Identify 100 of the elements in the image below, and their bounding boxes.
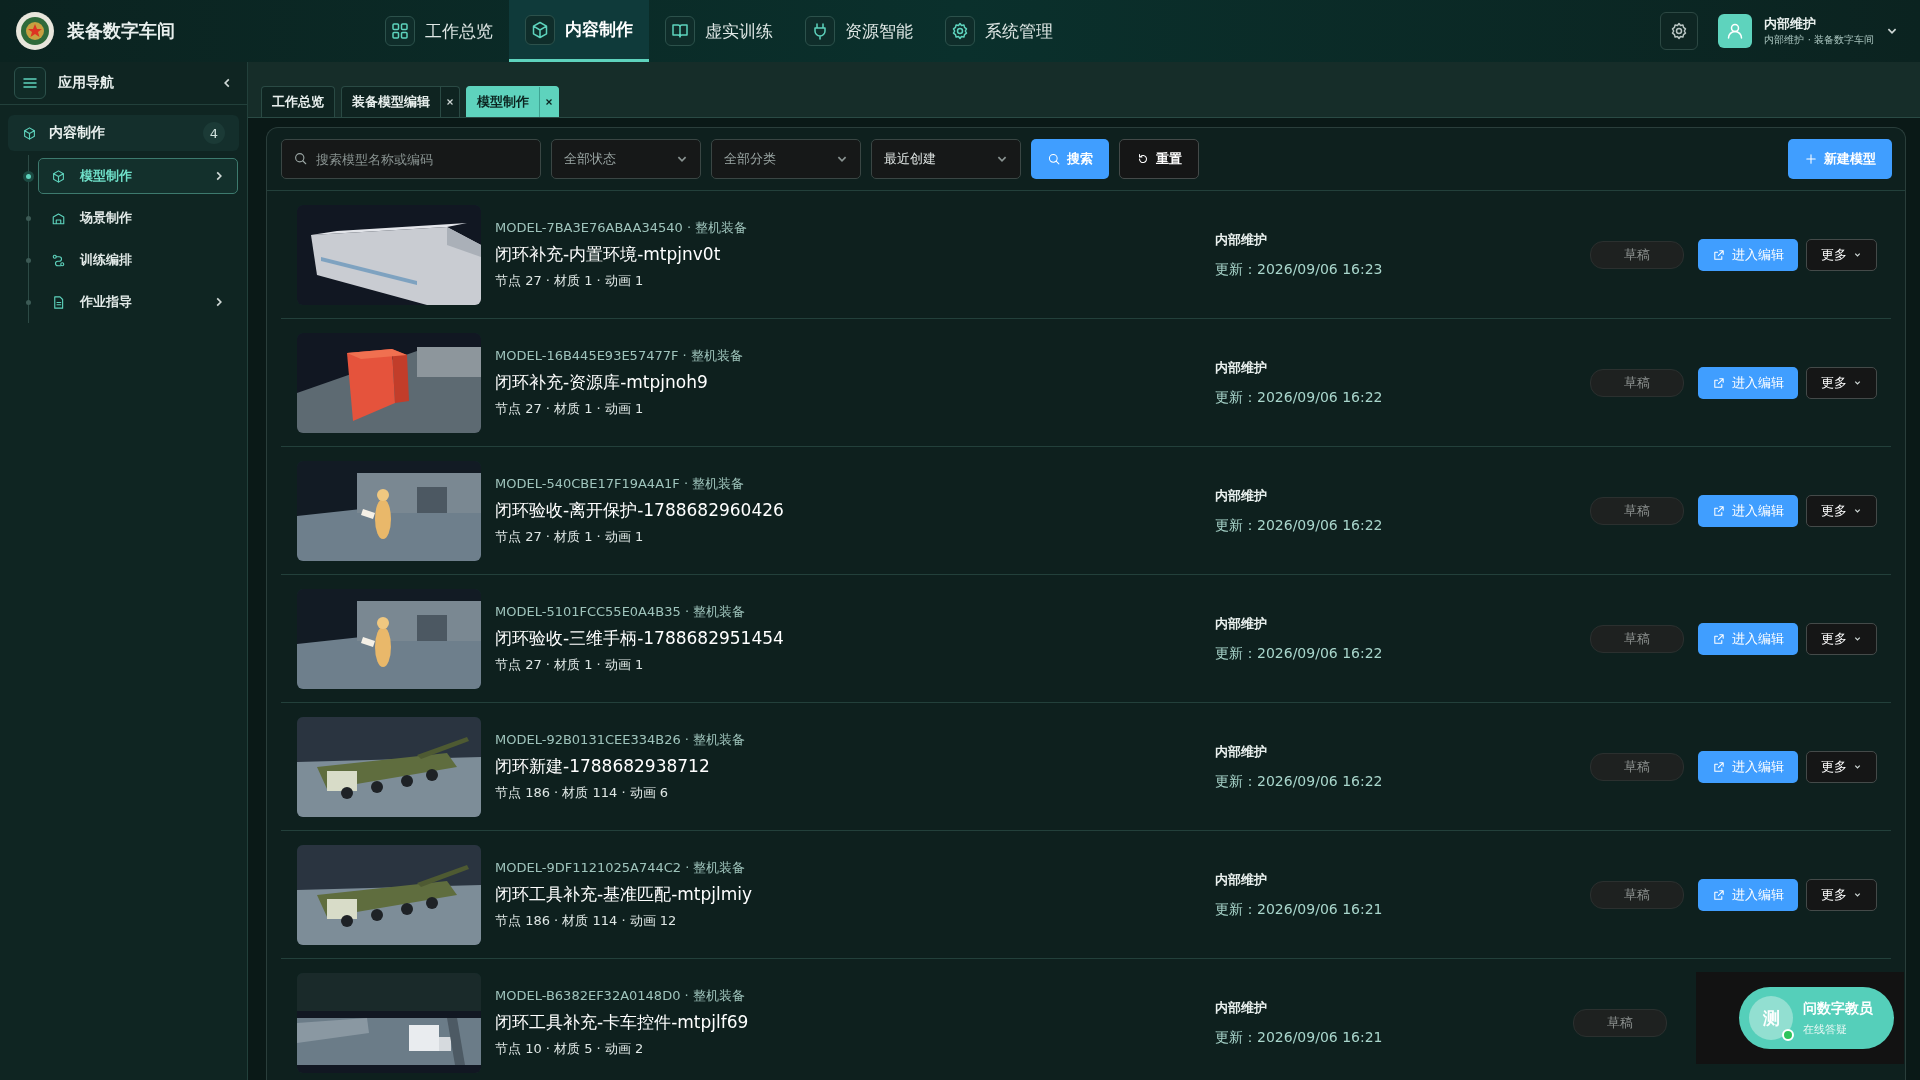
status-tag: 草稿 <box>1573 1008 1667 1037</box>
count-badge: 4 <box>203 122 225 144</box>
chevron-down-icon <box>1853 506 1862 515</box>
assistant-subtitle: 在线答疑 <box>1803 1021 1848 1037</box>
sidebar-item[interactable]: 作业指导 <box>38 284 238 320</box>
tab-label: 工作总览 <box>271 93 325 111</box>
status-tag: 草稿 <box>1590 368 1684 397</box>
more-button[interactable]: 更多 <box>1806 750 1877 783</box>
model-stats: 节点 186 · 材质 114 · 动画 12 <box>495 912 678 930</box>
update-time: 更新：2026/09/06 16:21 <box>1215 900 1383 919</box>
dropdown[interactable]: 全部分类 <box>711 139 861 179</box>
model-code: MODEL-5101FCC55E0A4B35 · 整机装备 <box>495 603 747 621</box>
owner-name: 内部维护 <box>1215 998 1268 1017</box>
external-link-icon <box>1712 247 1726 262</box>
model-stats: 节点 27 · 材质 1 · 动画 1 <box>495 400 645 418</box>
user-avatar[interactable] <box>1718 14 1753 48</box>
owner-name: 内部维护 <box>1215 486 1268 505</box>
group-label: 内容制作 <box>49 124 106 142</box>
model-name: 闭环补充-内置环境-mtpjnv0t <box>495 243 722 266</box>
app-title: 装备数字车间 <box>67 19 175 43</box>
cube-icon <box>51 168 66 184</box>
model-code: MODEL-9DF1121025A744C2 · 整机装备 <box>495 859 747 877</box>
emblem-icon <box>15 11 55 51</box>
search-icon <box>293 151 308 166</box>
nav-tab[interactable]: 内容制作 <box>509 0 649 62</box>
search-field[interactable]: 搜索模型名称或编码 <box>281 139 541 179</box>
update-time: 更新：2026/09/06 16:21 <box>1215 1028 1383 1047</box>
model-stats: 节点 27 · 材质 1 · 动画 1 <box>495 272 645 290</box>
update-time: 更新：2026/09/06 16:23 <box>1215 260 1383 279</box>
grid-icon <box>390 21 410 41</box>
nav-tab[interactable]: 资源智能 <box>789 0 929 62</box>
chevron-down-icon <box>1853 762 1862 771</box>
status-tag: 草稿 <box>1590 752 1684 781</box>
sidebar-title: 应用导航 <box>58 74 115 92</box>
status-tag: 草稿 <box>1590 496 1684 525</box>
page-tab[interactable]: 装备模型编辑 <box>341 86 460 117</box>
status-tag: 草稿 <box>1590 624 1684 653</box>
external-link-icon <box>1712 375 1726 390</box>
menu-button[interactable] <box>14 67 46 99</box>
model-stats: 节点 27 · 材质 1 · 动画 1 <box>495 528 645 546</box>
chevron-down-icon <box>1853 250 1862 259</box>
status-tag: 草稿 <box>1590 240 1684 269</box>
model-name: 闭环工具补充-基准匹配-mtpjlmiy <box>495 883 754 906</box>
user-subtitle: 内部维护 · 装备数字车间 <box>1764 33 1874 47</box>
chevron-down-icon <box>1853 890 1862 899</box>
model-name: 闭环新建-1788682938712 <box>495 755 711 778</box>
model-code: MODEL-540CBE17F19A4A1F · 整机装备 <box>495 475 746 493</box>
update-time: 更新：2026/09/06 16:22 <box>1215 516 1383 535</box>
page-tab[interactable]: 模型制作 <box>466 86 559 117</box>
more-button[interactable]: 更多 <box>1806 622 1877 655</box>
status-tag: 草稿 <box>1590 880 1684 909</box>
update-time: 更新：2026/09/06 16:22 <box>1215 644 1383 663</box>
reset-button[interactable]: 重置 <box>1119 139 1199 179</box>
refresh-icon <box>1136 152 1150 166</box>
external-link-icon <box>1712 759 1726 774</box>
settings-button[interactable] <box>1660 12 1699 50</box>
user-name: 内部维护 <box>1764 15 1818 33</box>
book-icon <box>670 21 690 41</box>
cube-icon <box>530 19 550 40</box>
flow-icon <box>51 252 66 268</box>
assistant-title: 问数字教员 <box>1803 999 1873 1018</box>
gear-icon <box>950 21 970 41</box>
model-name: 闭环工具补充-卡车控件-mtpjlf69 <box>495 1011 750 1034</box>
owner-name: 内部维护 <box>1215 870 1268 889</box>
chevron-down-icon <box>1853 634 1862 643</box>
external-link-icon <box>1712 631 1726 646</box>
more-button[interactable]: 更多 <box>1806 494 1877 527</box>
model-code: MODEL-16B445E93E57477F · 整机装备 <box>495 347 744 365</box>
model-stats: 节点 10 · 材质 5 · 动画 2 <box>495 1040 645 1058</box>
search-icon <box>1047 152 1061 166</box>
plus-icon <box>1804 152 1818 166</box>
model-code: MODEL-92B0131CEE334B26 · 整机装备 <box>495 731 747 749</box>
more-button[interactable]: 更多 <box>1806 238 1877 271</box>
dropdown[interactable]: 全部状态 <box>551 139 701 179</box>
update-time: 更新：2026/09/06 16:22 <box>1215 388 1383 407</box>
model-stats: 节点 27 · 材质 1 · 动画 1 <box>495 656 645 674</box>
dropdown[interactable]: 最近创建 <box>871 139 1021 179</box>
page-tab[interactable]: 工作总览 <box>261 86 335 117</box>
more-button[interactable]: 更多 <box>1806 878 1877 911</box>
nav-tab[interactable]: 工作总览 <box>369 0 509 62</box>
external-link-icon <box>1712 887 1726 902</box>
nav-tab[interactable]: 虚实训练 <box>649 0 789 62</box>
tab-label: 模型制作 <box>475 93 530 111</box>
sidebar-item[interactable]: 场景制作 <box>38 200 238 236</box>
sidebar-group[interactable]: 内容制作 4 <box>8 115 239 151</box>
model-code: MODEL-B6382EF32A0148D0 · 整机装备 <box>495 987 746 1005</box>
sidebar-item[interactable]: 训练编排 <box>38 242 238 278</box>
assistant-avatar: 测 <box>1749 996 1793 1040</box>
external-link-icon <box>1712 503 1726 518</box>
more-button[interactable]: 更多 <box>1806 366 1877 399</box>
owner-name: 内部维护 <box>1215 358 1268 377</box>
model-name: 闭环验收-三维手柄-1788682951454 <box>495 627 785 650</box>
owner-name: 内部维护 <box>1215 614 1268 633</box>
model-name: 闭环补充-资源库-mtpjnoh9 <box>495 371 709 394</box>
chevron-down-icon <box>1853 378 1862 387</box>
owner-name: 内部维护 <box>1215 742 1268 761</box>
nav-tab[interactable]: 系统管理 <box>929 0 1069 62</box>
building-icon <box>51 210 66 226</box>
model-code: MODEL-7BA3E76ABAA34540 · 整机装备 <box>495 219 749 237</box>
sidebar-item[interactable]: 模型制作 <box>38 158 238 194</box>
